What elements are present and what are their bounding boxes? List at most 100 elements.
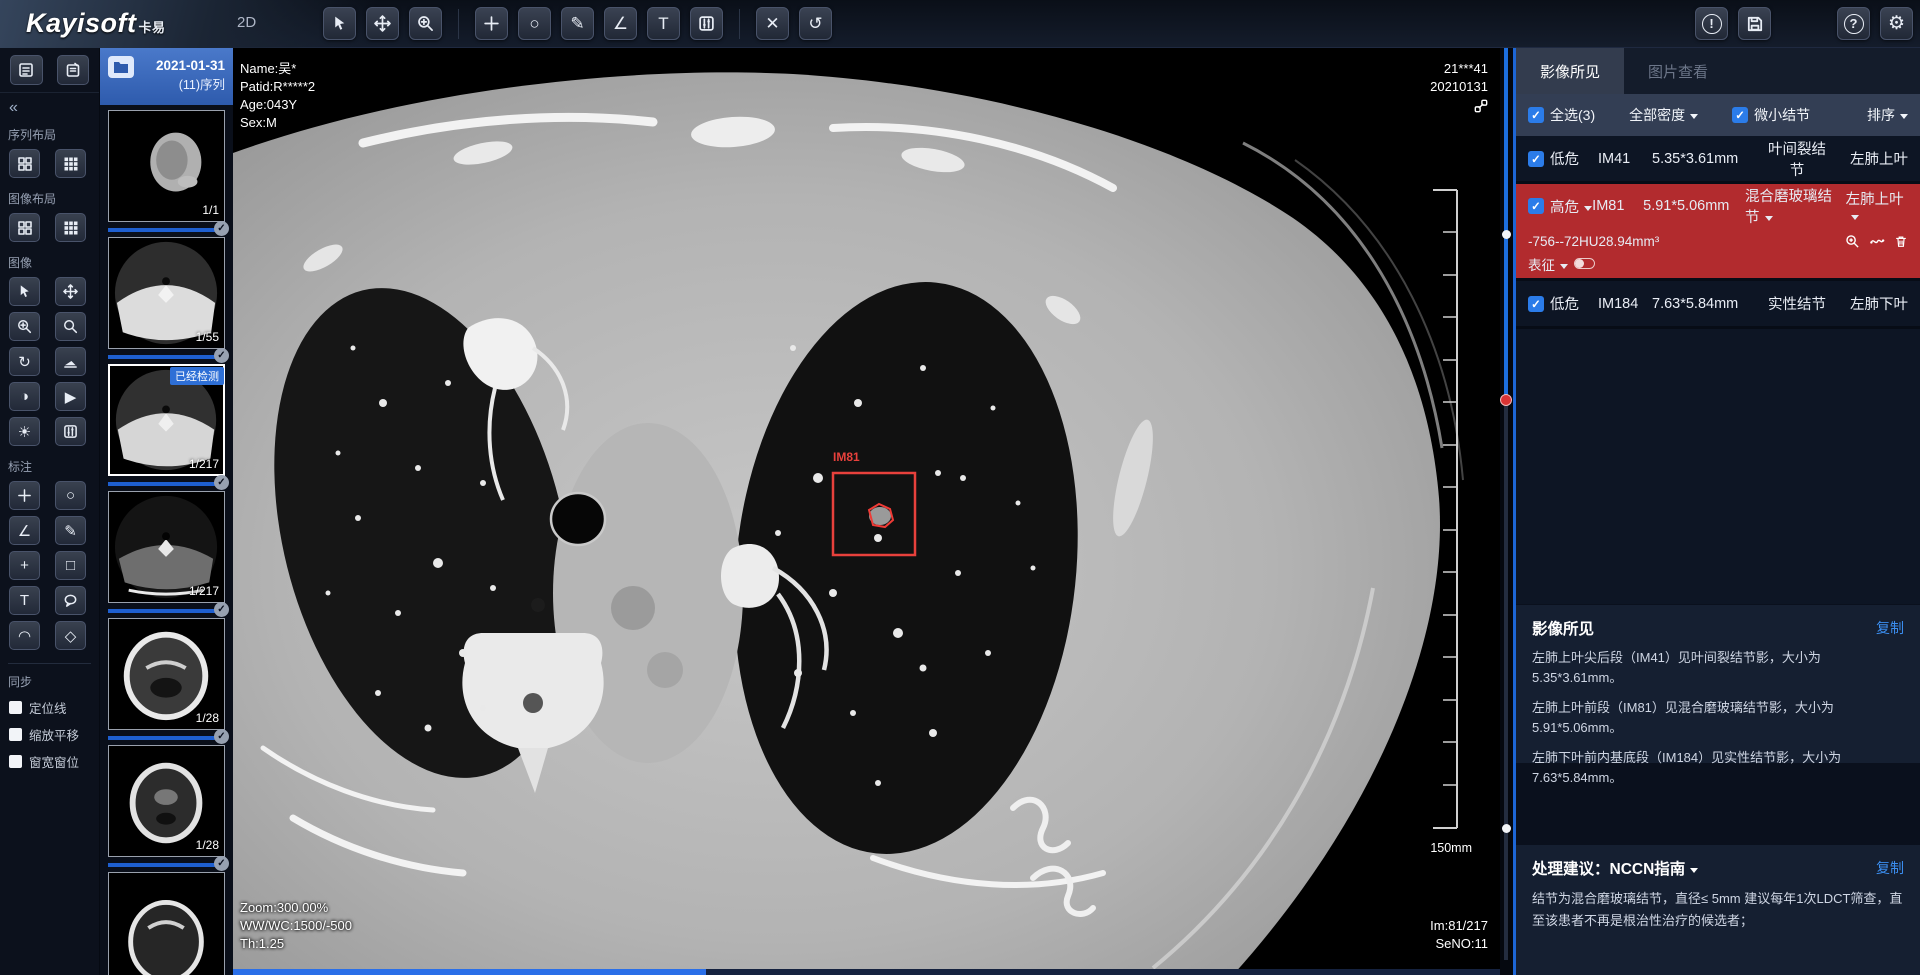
report-notes-tab[interactable] [57,55,90,85]
contour-edit-icon[interactable] [1869,234,1885,249]
nodule-row-im81-selected[interactable]: 高危 IM81 5.91*5.06mm 混合磨玻璃结节 左肺上叶 -756--7… [1516,184,1920,281]
magnify-button[interactable] [55,312,86,341]
series-thumbnail-2[interactable]: 1/55 [108,237,225,349]
pan-button[interactable] [55,277,86,306]
localizer-line-checkbox[interactable] [9,701,22,714]
feature-toggle[interactable] [1574,258,1595,269]
thumbnail-check-icon[interactable]: ✓ [214,729,229,744]
angle-annotation-button[interactable]: ∠ [9,516,40,545]
nodule-row-im184[interactable]: 低危 IM184 7.63*5.84mm 实性结节 左肺下叶 [1516,281,1920,329]
series-thumbnail-6[interactable]: 1/28 [108,745,225,857]
pencil-icon: ✎ [570,14,584,34]
nodule-location-dropdown[interactable]: 左肺上叶 [1846,188,1908,225]
risk-dropdown[interactable]: 高危 [1550,196,1592,217]
cursor-button[interactable] [9,277,40,306]
series-thumbnail-4[interactable]: 1/217 [108,491,225,603]
micro-nodule-checkbox[interactable] [1732,107,1748,123]
window-level-button[interactable] [55,417,86,446]
settings-button[interactable]: ⚙ [1880,7,1913,40]
ellipse-tool-button[interactable]: ○ [518,7,551,40]
nodule-type-dropdown[interactable]: 混合磨玻璃结节 [1745,185,1846,227]
feature-dropdown[interactable]: 表征 [1528,254,1568,274]
nodule-marker-low-1[interactable] [1502,230,1511,239]
point-tool-button[interactable] [475,7,508,40]
image-layout-3x3-button[interactable] [55,213,86,242]
thumbnail-check-icon[interactable]: ✓ [214,475,229,490]
line-annotation-button[interactable]: ✎ [55,516,86,545]
ai-detected-badge: 已经检测 [170,367,224,385]
rect-annotation-button[interactable]: □ [55,551,86,580]
series-thumbnail-1[interactable]: 1/1 [108,110,225,222]
thumbnail-check-icon[interactable]: ✓ [214,348,229,363]
series-list-tab[interactable] [10,55,43,85]
image-layout-2x2-button[interactable] [9,213,40,242]
nodule-annotation-label[interactable]: IM81 [833,450,860,464]
window-level-tool-button[interactable] [690,7,723,40]
thumbnail-check-icon[interactable]: ✓ [214,856,229,871]
nodule-checkbox[interactable] [1528,151,1544,167]
alert-button[interactable]: ! [1695,7,1728,40]
series-thumbnail-5[interactable]: 1/28 [108,618,225,730]
zoom-pan-sync-checkbox[interactable] [9,728,22,741]
angle-tool-button[interactable]: ∠ [604,7,637,40]
caret-down-icon [1690,868,1698,873]
slice-progress-bar[interactable] [233,969,1500,975]
eraser-button[interactable]: ◇ [55,621,86,650]
series-thumbnail-3-selected[interactable]: 已经检测 1/217 [108,364,225,476]
series-layout-2x2-button[interactable] [9,149,40,178]
nodule-row-im41[interactable]: 低危 IM41 5.35*3.61mm 叶间裂结节 左肺上叶 [1516,136,1920,184]
select-all-checkbox[interactable] [1528,107,1544,123]
nodule-marker-high-current[interactable] [1500,394,1512,406]
save-study-button[interactable] [1738,7,1771,40]
window-sync-checkbox[interactable] [9,755,22,768]
collapse-panel-button[interactable]: « [9,99,99,117]
open-study-button[interactable] [108,56,134,78]
nodule-checkbox[interactable] [1528,198,1544,214]
series-layout-3x3-button[interactable] [55,149,86,178]
tab-imaging-findings[interactable]: 影像所见 [1516,48,1624,94]
rotate-button[interactable]: ↻ [9,347,40,376]
slice-slider[interactable] [1500,48,1513,975]
text-annotation-button[interactable]: T [9,586,40,615]
cine-play-button[interactable]: ▶ [55,382,86,411]
trash-icon[interactable] [1894,234,1908,249]
invert-button[interactable]: ◑ [9,382,40,411]
delete-annotation-button[interactable]: ✕ [756,7,789,40]
guideline-dropdown[interactable]: NCCN指南 [1610,857,1699,879]
link-icon [1474,99,1488,113]
nodule-checkbox[interactable] [1528,296,1544,312]
sort-dropdown[interactable]: 排序 [1867,105,1908,125]
thumbnail-check-icon[interactable]: ✓ [214,602,229,617]
point-annotation-button[interactable] [9,481,40,510]
tab-image-view[interactable]: 图片查看 [1624,48,1732,94]
thumbnail-check-icon[interactable]: ✓ [214,221,229,236]
reset-icon: ↺ [808,14,822,34]
density-dropdown[interactable]: 全部密度 [1629,105,1698,125]
pan-tool-button[interactable] [366,7,399,40]
cursor-tool-button[interactable] [323,7,356,40]
slice-info-overlay: Im:81/217 SeNO:11 [1430,917,1488,953]
zoom-tool-button[interactable] [409,7,442,40]
magnifier-icon [63,319,78,334]
comment-annotation-button[interactable] [55,586,86,615]
thumbnail-separator: ✓ [108,228,225,232]
magnify-nodule-icon[interactable] [1845,234,1860,249]
text-tool-button[interactable]: T [647,7,680,40]
flip-button[interactable] [55,347,86,376]
brightness-button[interactable]: ☀ [9,417,40,446]
nodule-marker-low-2[interactable] [1502,824,1511,833]
reset-view-button[interactable]: ↺ [799,7,832,40]
help-button[interactable]: ? [1837,7,1870,40]
slider-fill [1504,48,1508,400]
ellipse-annotation-button[interactable]: ○ [55,481,86,510]
series-thumbnail-7[interactable] [108,872,225,975]
zoom-in-button[interactable] [9,312,40,341]
copy-findings-link[interactable]: 复制 [1876,618,1904,638]
arch-measure-button[interactable]: ◠ [9,621,40,650]
measure-tool-button[interactable]: ✎ [561,7,594,40]
plus-annotation-button[interactable]: + [9,551,40,580]
left-tool-panel: « 序列布局 图像布局 图像 ↻ ◑ ▶ ☀ 标注 ○ ∠ ✎ + □ [0,48,100,975]
play-icon: ▶ [65,388,77,406]
copy-advice-link[interactable]: 复制 [1876,858,1904,878]
ct-viewport[interactable]: Name:吴* Patid:R*****2 Age:043Y Sex:M 21*… [233,48,1500,975]
